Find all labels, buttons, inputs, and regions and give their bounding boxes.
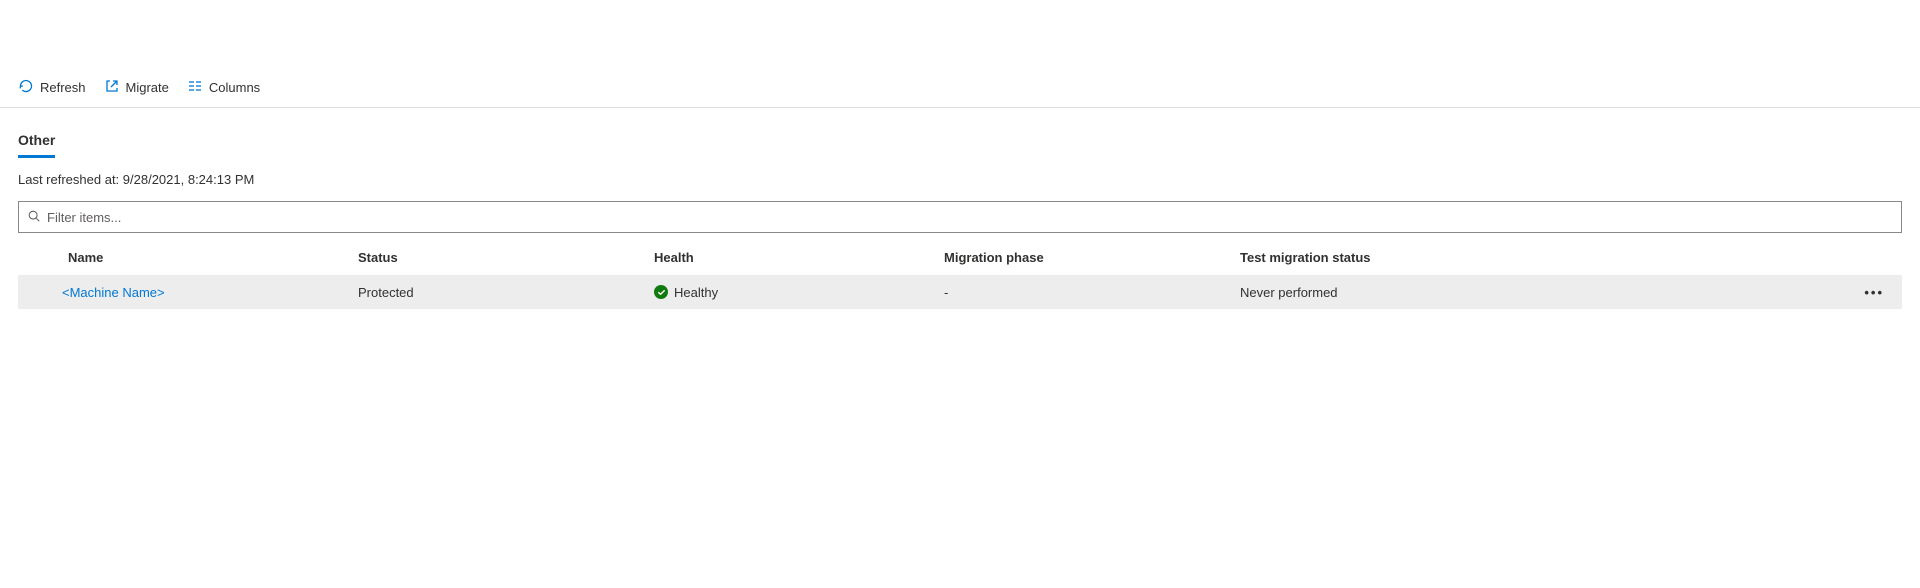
refresh-icon — [18, 78, 34, 97]
cell-name[interactable]: <Machine Name> — [62, 285, 352, 300]
tab-other[interactable]: Other — [18, 126, 55, 158]
toolbar: Refresh Migrate Columns — [0, 70, 1920, 108]
migrate-button[interactable]: Migrate — [104, 78, 169, 97]
filter-box[interactable] — [18, 201, 1902, 233]
search-icon — [27, 209, 41, 226]
columns-icon — [187, 78, 203, 97]
columns-label: Columns — [209, 80, 260, 95]
cell-status: Protected — [352, 285, 648, 300]
cell-migration-phase: - — [938, 285, 1234, 300]
col-name[interactable]: Name — [62, 250, 352, 265]
grid-header: Name Status Health Migration phase Test … — [18, 239, 1902, 275]
last-refreshed: Last refreshed at: 9/28/2021, 8:24:13 PM — [18, 172, 1902, 187]
cell-health: Healthy — [648, 285, 938, 300]
col-test-migration-status[interactable]: Test migration status — [1234, 250, 1524, 265]
tabs: Other — [18, 126, 1902, 158]
col-migration-phase[interactable]: Migration phase — [938, 250, 1234, 265]
more-icon[interactable]: ••• — [1864, 285, 1884, 300]
cell-test-migration-status: Never performed — [1234, 285, 1524, 300]
filter-input[interactable] — [47, 202, 1893, 232]
cell-health-text: Healthy — [674, 285, 718, 300]
col-status[interactable]: Status — [352, 250, 648, 265]
columns-button[interactable]: Columns — [187, 78, 260, 97]
content: Other Last refreshed at: 9/28/2021, 8:24… — [0, 108, 1920, 309]
refresh-button[interactable]: Refresh — [18, 78, 86, 97]
check-circle-icon — [654, 285, 668, 299]
grid: Name Status Health Migration phase Test … — [18, 239, 1902, 309]
migrate-label: Migrate — [126, 80, 169, 95]
external-link-icon — [104, 78, 120, 97]
table-row[interactable]: <Machine Name> Protected Healthy - Never… — [18, 275, 1902, 309]
last-refreshed-timestamp: 9/28/2021, 8:24:13 PM — [123, 172, 255, 187]
last-refreshed-prefix: Last refreshed at: — [18, 172, 123, 187]
refresh-label: Refresh — [40, 80, 86, 95]
col-health[interactable]: Health — [648, 250, 938, 265]
cell-actions: ••• — [1852, 285, 1902, 300]
